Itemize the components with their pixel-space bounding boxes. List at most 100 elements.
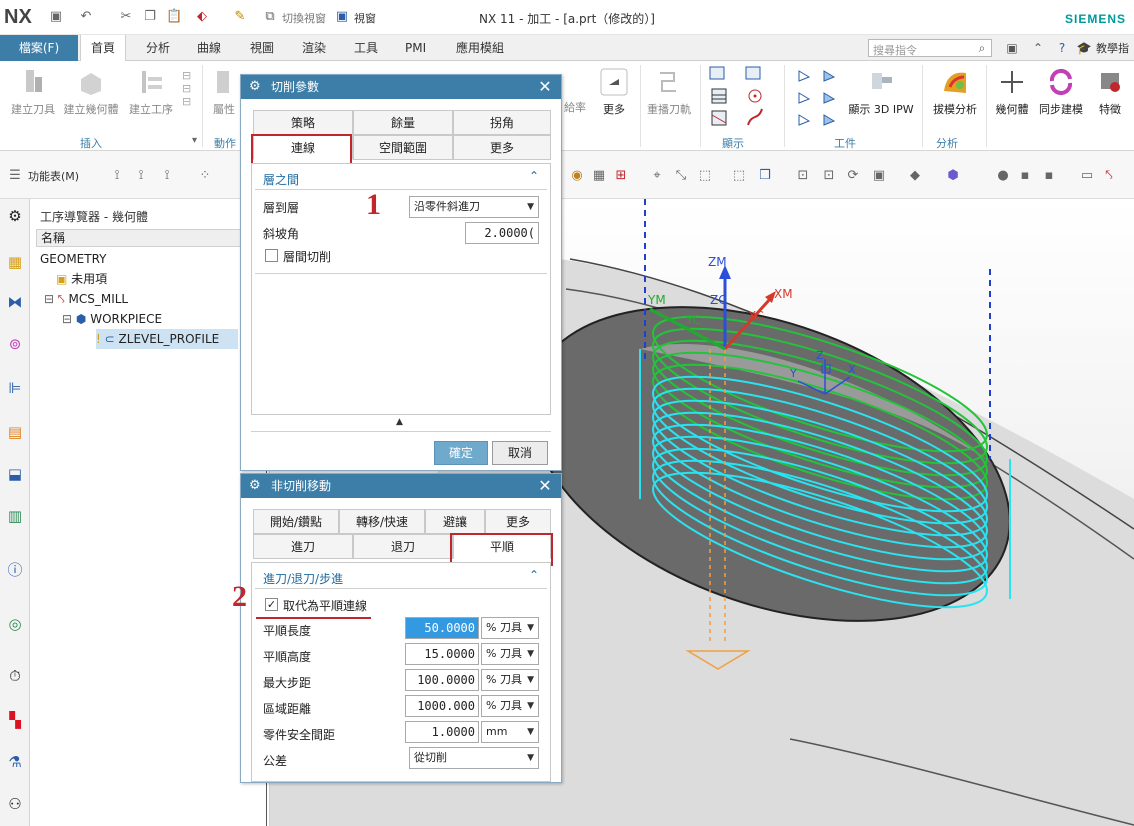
rotate-icon[interactable]: ⟳ [844, 167, 862, 185]
view-icon[interactable]: ⤡ [672, 167, 690, 185]
part-safe-clearance-input[interactable]: 1.0000 [405, 721, 479, 743]
view-icon[interactable]: ⌖ [648, 167, 666, 185]
ok-button[interactable]: 確定 [434, 441, 488, 465]
tab-applications[interactable]: 應用模組 [446, 35, 514, 61]
function-menu[interactable]: 功能表(M) [28, 168, 79, 184]
gear-icon[interactable]: ⚙ [4, 205, 26, 227]
tab-retract[interactable]: 退刀 [353, 534, 453, 559]
replay-toolpath-button[interactable]: 重播刀軌 [644, 67, 694, 117]
render-style-icon[interactable]: ◆ [906, 167, 924, 185]
unit-select[interactable]: % 刀具 ▼ [481, 695, 539, 717]
smooth-height-input[interactable]: 15.0000 [405, 643, 479, 665]
sync-model-button[interactable]: 同步建模 [1036, 67, 1086, 117]
tolerance-select[interactable]: 從切削 ▼ [409, 747, 539, 769]
constraint-navigator-icon[interactable]: ⊚ [4, 333, 26, 355]
tab-strategy[interactable]: 策略 [253, 110, 353, 135]
unit-select[interactable]: mm ▼ [481, 721, 539, 743]
collapse-section-icon[interactable]: ⌃ [529, 568, 539, 582]
insert-group-dropdown-icon[interactable]: ▾ [192, 135, 197, 146]
max-stepover-input[interactable]: 100.0000 [405, 669, 479, 691]
tab-engage[interactable]: 進刀 [253, 534, 353, 559]
snap-icon[interactable]: ⟟ [132, 167, 150, 185]
view-icon[interactable]: ❒ [756, 167, 774, 185]
roles-icon[interactable]: ⚇ [4, 793, 26, 815]
machining-feature-icon[interactable]: ⬓ [4, 463, 26, 485]
collapse-section-icon[interactable]: ⌃ [529, 169, 539, 183]
web-browser-icon[interactable]: ◎ [4, 613, 26, 635]
tab-more[interactable]: 更多 [453, 135, 551, 160]
close-icon[interactable]: ✕ [537, 78, 553, 96]
file-tab[interactable]: 檔案(F) [0, 35, 78, 61]
unit-select[interactable]: % 刀具 ▼ [481, 617, 539, 639]
tree-item-unused[interactable]: ▣ 未用項 [56, 269, 107, 289]
wcs-icon[interactable]: ⤣ [1100, 167, 1118, 185]
view-icon[interactable]: ⬚ [696, 167, 714, 185]
collapse-icon[interactable]: ⊟ [62, 312, 72, 326]
tab-pmi[interactable]: PMI [395, 35, 436, 61]
tab-corners[interactable]: 拐角 [453, 110, 551, 135]
tab-transfer-rapid[interactable]: 轉移/快速 [339, 509, 425, 534]
select-icon[interactable]: ⁘ [196, 167, 214, 185]
fit-icon[interactable]: ⊡ [794, 167, 812, 185]
display-icons[interactable] [708, 65, 778, 131]
orient-icon[interactable]: ▣ [870, 167, 888, 185]
layer-to-layer-select[interactable]: 沿零件斜進刀 ▼ [409, 196, 539, 218]
attribute-button[interactable]: 屬性 [208, 67, 240, 117]
reuse-library-icon[interactable]: ▥ [4, 505, 26, 527]
tab-stock[interactable]: 餘量 [353, 110, 453, 135]
unit-select[interactable]: % 刀具 ▼ [481, 643, 539, 665]
create-geometry-button[interactable]: 建立幾何體 [62, 67, 120, 117]
system-material-icon[interactable]: ▚ [4, 709, 26, 731]
help-icon[interactable]: ? [1054, 40, 1070, 56]
ramp-angle-input[interactable]: 2.0000( [465, 222, 539, 244]
tab-containment[interactable]: 空間範圍 [353, 135, 453, 160]
tree-item-geometry[interactable]: GEOMETRY [40, 249, 107, 269]
view-icon[interactable]: ⊞ [612, 167, 630, 185]
assembly-navigator-icon[interactable]: ⧓ [4, 291, 26, 313]
collapse-icon[interactable]: ⊟ [44, 292, 54, 306]
section-icon[interactable]: ▭ [1078, 167, 1096, 185]
tab-more[interactable]: 更多 [485, 509, 551, 534]
view-icon[interactable]: ⬚ [730, 167, 748, 185]
window-layout-icon[interactable]: ▣ [1004, 40, 1020, 56]
tab-render[interactable]: 渲染 [292, 35, 336, 61]
tree-item-zlevel-profile[interactable]: ! ⊂ ZLEVEL_PROFILE [96, 329, 238, 349]
smooth-length-input[interactable]: 50.0000 [405, 617, 479, 639]
tab-tools[interactable]: 工具 [344, 35, 388, 61]
part-navigator-icon[interactable]: ▦ [4, 251, 26, 273]
shaded-icon[interactable]: ● [994, 167, 1012, 185]
snap-icon[interactable]: ⟟ [158, 167, 176, 185]
cancel-button[interactable]: 取消 [492, 441, 548, 465]
process-studio-icon[interactable]: ⚗ [4, 751, 26, 773]
gear-icon[interactable]: ⚙ [249, 478, 265, 494]
machine-tool-navigator-icon[interactable]: ▤ [4, 421, 26, 443]
column-header-name[interactable]: 名稱 [36, 229, 268, 247]
between-layers-checkbox[interactable] [265, 249, 278, 262]
tree-item-workpiece[interactable]: ⊟ ⬢ WORKPIECE [62, 309, 162, 329]
collapse-ribbon-icon[interactable]: ⌃ [1030, 40, 1046, 56]
render-icon[interactable]: ▦ [590, 167, 608, 185]
create-operation-button[interactable]: 建立工序 [126, 67, 176, 117]
teach-label[interactable]: 教學指 [1096, 40, 1129, 56]
ribbon-small-icons[interactable]: ⊟ ⊟ ⊟ [182, 69, 196, 129]
draft-analysis-button[interactable]: 拔模分析 [928, 67, 982, 117]
operation-navigator-icon[interactable]: ⊫ [4, 377, 26, 399]
create-tool-button[interactable]: 建立刀具 [8, 67, 58, 117]
zoom-icon[interactable]: ⊡ [820, 167, 838, 185]
close-icon[interactable]: ✕ [537, 477, 553, 495]
render-icon[interactable]: ◉ [568, 167, 586, 185]
feed-rate-button[interactable]: 給率 [560, 99, 590, 115]
replace-smooth-checkbox[interactable]: ✓ [265, 598, 278, 611]
more-button[interactable]: 更多 [594, 67, 634, 117]
tab-view[interactable]: 視圖 [240, 35, 284, 61]
tab-avoidance[interactable]: 避讓 [425, 509, 485, 534]
shading-icon[interactable]: ⬢ [944, 167, 962, 185]
feature-button[interactable]: 特徵 [1090, 67, 1130, 117]
tab-analysis[interactable]: 分析 [136, 35, 180, 61]
hd3d-icon[interactable]: ⓘ [4, 559, 26, 581]
color-icon[interactable]: ▪ [1040, 167, 1058, 185]
tab-curve[interactable]: 曲線 [187, 35, 231, 61]
unit-select[interactable]: % 刀具 ▼ [481, 669, 539, 691]
tab-home[interactable]: 首頁 [80, 35, 127, 62]
region-distance-input[interactable]: 1000.000 [405, 695, 479, 717]
